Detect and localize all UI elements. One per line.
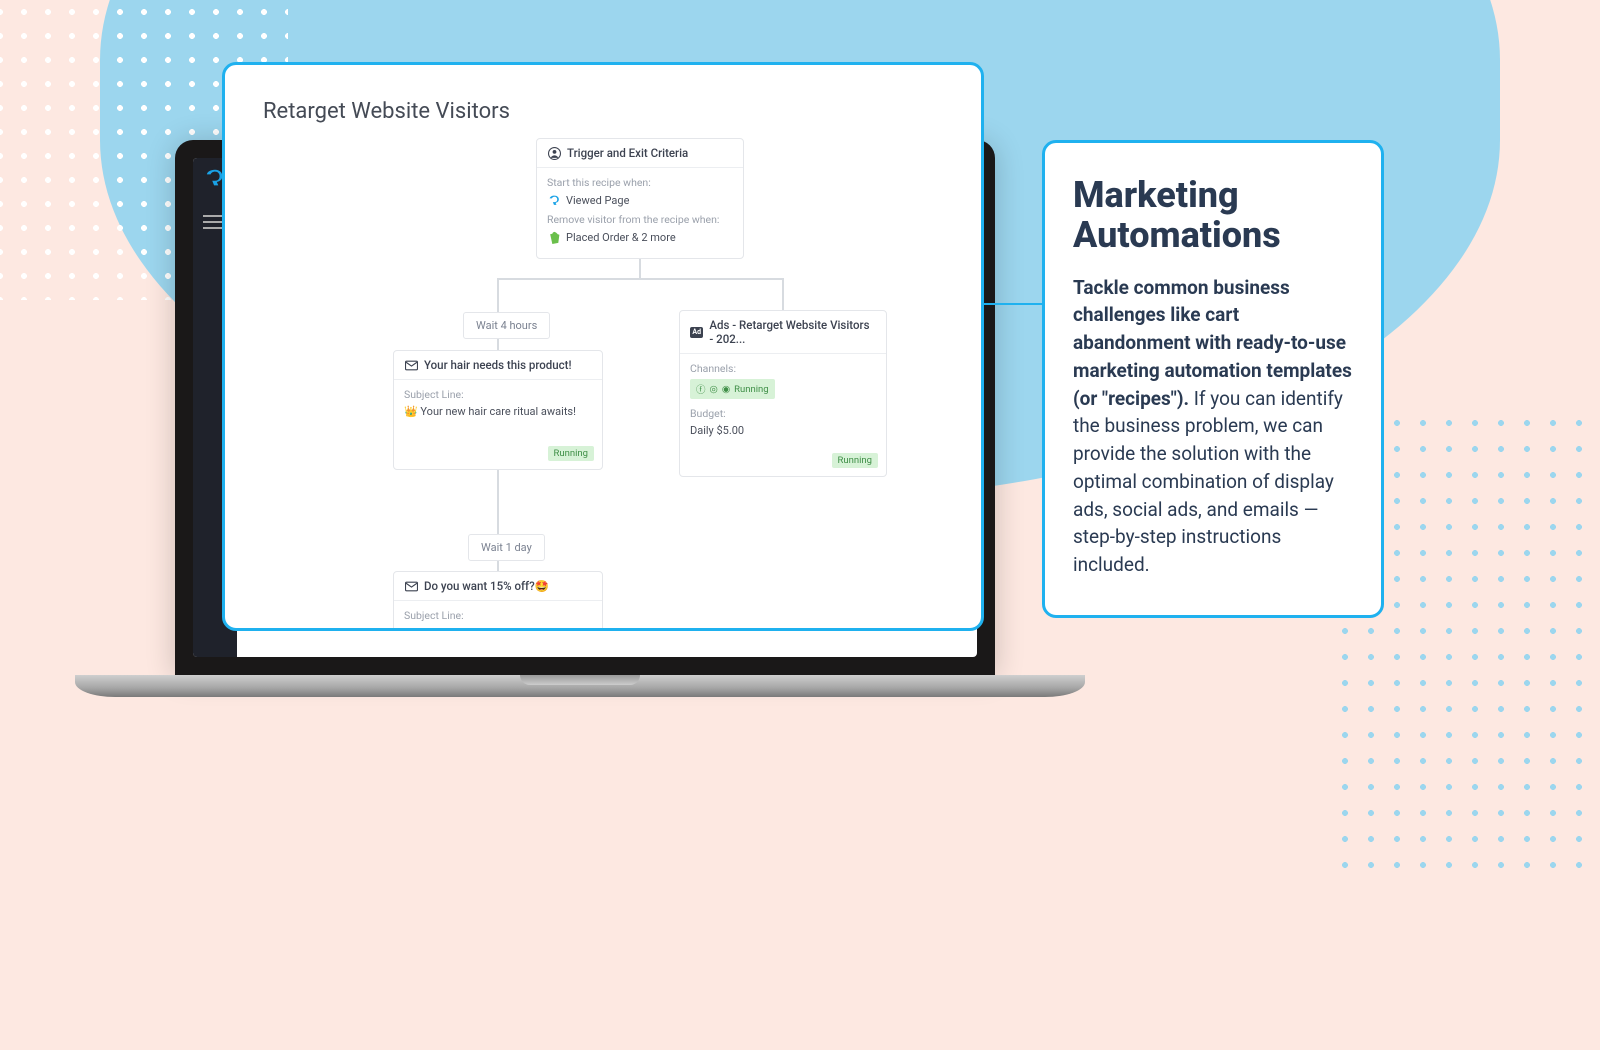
email1-status-row: Running — [394, 446, 602, 469]
channels-label: Channels: — [690, 362, 876, 375]
ad-icon: Ad — [690, 327, 703, 338]
channels-row: ⓕ ◎ ◉ Running — [690, 379, 876, 399]
email2-header: Do you want 15% off?🤩 — [394, 572, 602, 601]
start-label: Start this recipe when: — [547, 176, 733, 189]
email-node-2[interactable]: Do you want 15% off?🤩 Subject Line: — [393, 571, 603, 631]
wait-node-1[interactable]: Wait 4 hours — [463, 312, 550, 339]
email-node-1[interactable]: Your hair needs this product! Subject Li… — [393, 350, 603, 470]
laptop-notch — [520, 675, 640, 685]
email2-body: Subject Line: — [394, 601, 602, 631]
flow-line — [497, 278, 499, 312]
running-badge: Running — [832, 453, 878, 468]
email1-body: Subject Line: 👑 Your new hair care ritua… — [394, 380, 602, 446]
workflow-title: Retarget Website Visitors — [263, 99, 943, 124]
ads-header: Ad Ads - Retarget Website Visitors - 202… — [680, 311, 886, 354]
workflow-canvas: Trigger and Exit Criteria Start this rec… — [263, 138, 943, 631]
info-card: Marketing Automations Tackle common busi… — [1042, 140, 1384, 618]
budget-value: Daily $5.00 — [690, 424, 876, 437]
ads-title: Ads - Retarget Website Visitors - 202... — [709, 318, 876, 346]
exit-label: Remove visitor from the recipe when: — [547, 213, 733, 226]
start-value: Viewed Page — [566, 194, 629, 207]
envelope-icon — [404, 579, 418, 593]
flow-line — [497, 278, 783, 280]
email2-title: Do you want 15% off?🤩 — [424, 579, 549, 593]
instagram-icon: ◎ — [710, 384, 718, 395]
email1-header: Your hair needs this product! — [394, 351, 602, 380]
shopify-icon — [547, 230, 561, 244]
exit-value: Placed Order & 2 more — [566, 231, 676, 244]
laptop-base — [75, 675, 1085, 697]
target-icon: ◉ — [722, 384, 730, 395]
email1-subject-label: Subject Line: — [404, 388, 592, 401]
exit-row: Placed Order & 2 more — [547, 230, 733, 244]
workflow-popup: Retarget Website Visitors Trigger and Ex… — [222, 62, 984, 631]
channels-status: Running — [734, 384, 768, 395]
budget-label: Budget: — [690, 407, 876, 420]
flow-line — [782, 278, 784, 310]
user-circle-icon — [547, 146, 561, 160]
start-row: Viewed Page — [547, 193, 733, 207]
info-title: Marketing Automations — [1073, 175, 1353, 256]
info-rest-text: If you can identify the business problem… — [1073, 387, 1343, 576]
trigger-title: Trigger and Exit Criteria — [567, 146, 688, 160]
wait-node-2[interactable]: Wait 1 day — [468, 534, 545, 561]
email2-subject-label: Subject Line: — [404, 609, 592, 622]
springbot-icon — [547, 193, 561, 207]
envelope-icon — [404, 358, 418, 372]
email1-subject: 👑 Your new hair care ritual awaits! — [404, 405, 592, 418]
trigger-node[interactable]: Trigger and Exit Criteria Start this rec… — [536, 138, 744, 259]
running-badge: Running — [548, 446, 594, 461]
connector-line — [984, 303, 1042, 305]
flow-line — [497, 460, 499, 535]
ads-status-row: Running — [680, 453, 886, 476]
trigger-body: Start this recipe when: Viewed Page Remo… — [537, 168, 743, 258]
ads-body: Channels: ⓕ ◎ ◉ Running Budget: Daily $5… — [680, 354, 886, 453]
trigger-header: Trigger and Exit Criteria — [537, 139, 743, 168]
email1-title: Your hair needs this product! — [424, 358, 572, 372]
info-body: Tackle common business challenges like c… — [1073, 274, 1353, 579]
ads-node[interactable]: Ad Ads - Retarget Website Visitors - 202… — [679, 310, 887, 477]
facebook-icon: ⓕ — [696, 382, 706, 396]
channels-badge: ⓕ ◎ ◉ Running — [690, 379, 775, 399]
